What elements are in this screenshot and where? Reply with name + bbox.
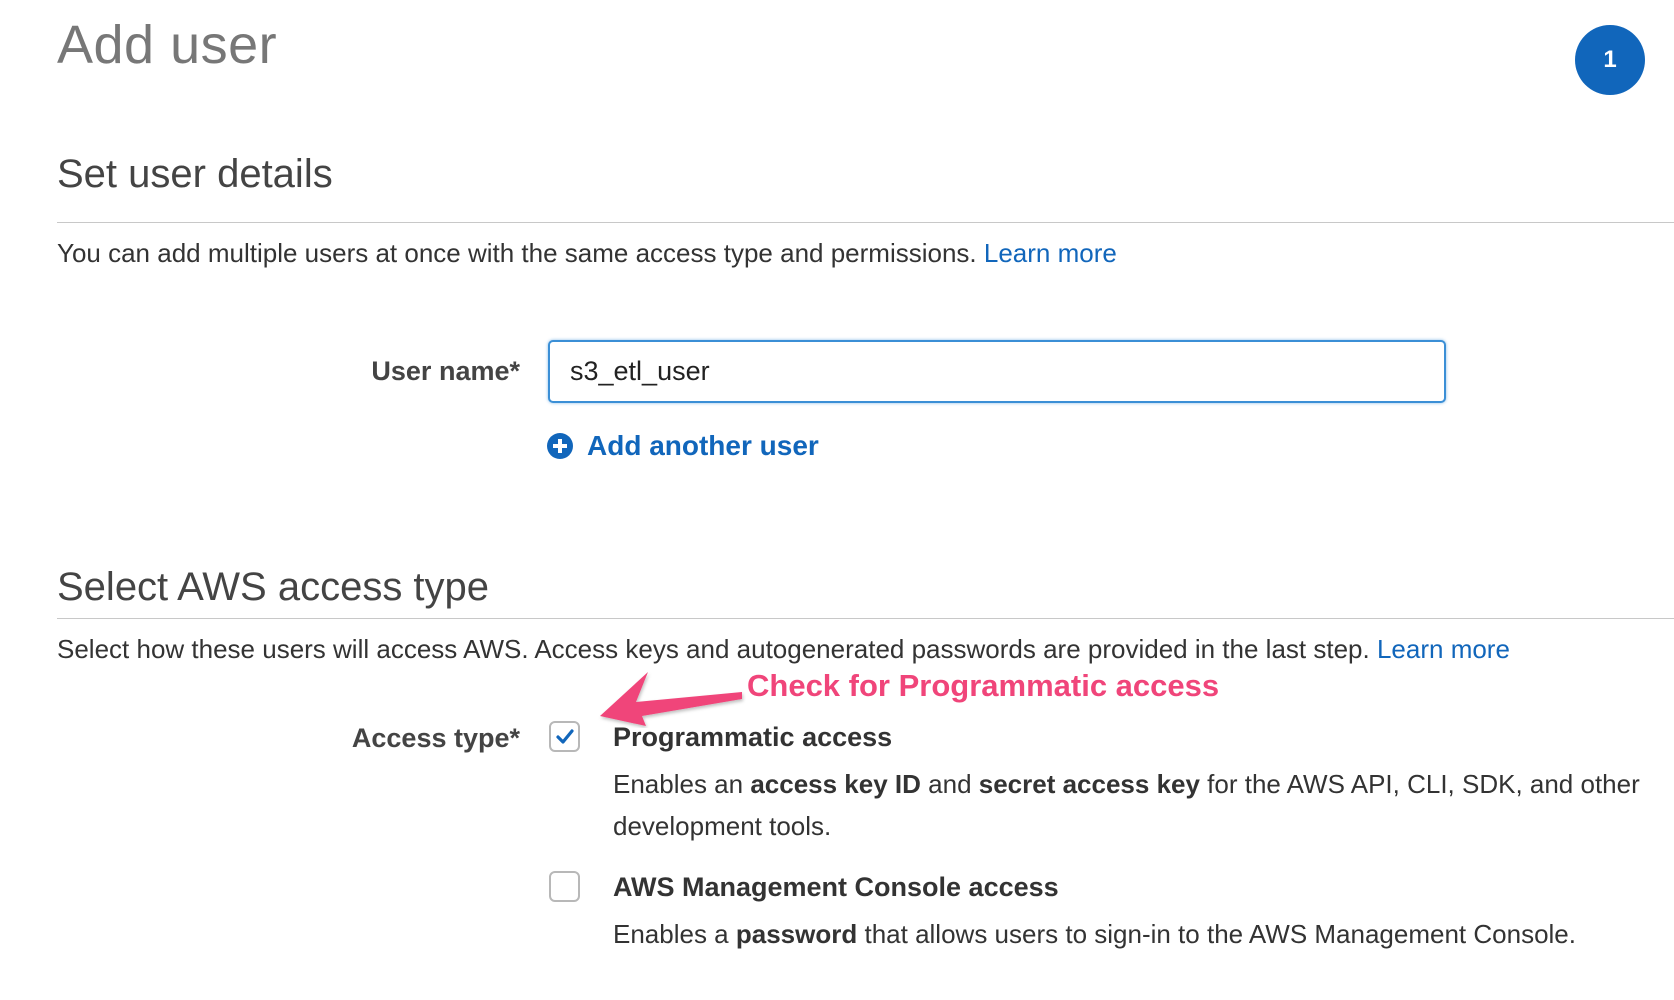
console-access-checkbox[interactable] (549, 871, 580, 902)
section-title-access-type: Select AWS access type (57, 565, 490, 609)
console-access-description: Enables a password that allows users to … (613, 919, 1576, 949)
programmatic-access-description: Enables an access key ID and secret acce… (613, 769, 1640, 841)
learn-more-link[interactable]: Learn more (1377, 634, 1510, 664)
add-another-user-button[interactable]: Add another user (547, 430, 819, 462)
access-type-label: Access type* (351, 723, 520, 753)
add-user-page: Add user 1 Set user details You can add … (0, 0, 1674, 1000)
annotation-callout: Check for Programmatic access (747, 668, 1220, 703)
username-label: User name* (371, 356, 520, 386)
add-another-user-label: Add another user (587, 430, 819, 461)
user-details-description-text: You can add multiple users at once with … (57, 238, 977, 268)
checkmark-icon (556, 729, 574, 744)
section-description: You can add multiple users at once with … (57, 238, 1117, 269)
step-indicator[interactable]: 1 (1575, 25, 1645, 95)
learn-more-link[interactable]: Learn more (984, 238, 1117, 268)
plus-circle-icon (547, 433, 573, 459)
annotation-arrow-icon (600, 672, 742, 726)
section-divider (57, 222, 1674, 223)
section-title-user-details: Set user details (57, 152, 333, 196)
section-description: Select how these users will access AWS. … (57, 634, 1510, 665)
page-title: Add user (57, 15, 278, 75)
programmatic-access-checkbox[interactable] (549, 721, 580, 752)
console-access-title: AWS Management Console access (613, 872, 1059, 902)
username-input[interactable] (548, 340, 1446, 403)
section-divider (57, 618, 1674, 619)
access-type-description-text: Select how these users will access AWS. … (57, 634, 1370, 664)
